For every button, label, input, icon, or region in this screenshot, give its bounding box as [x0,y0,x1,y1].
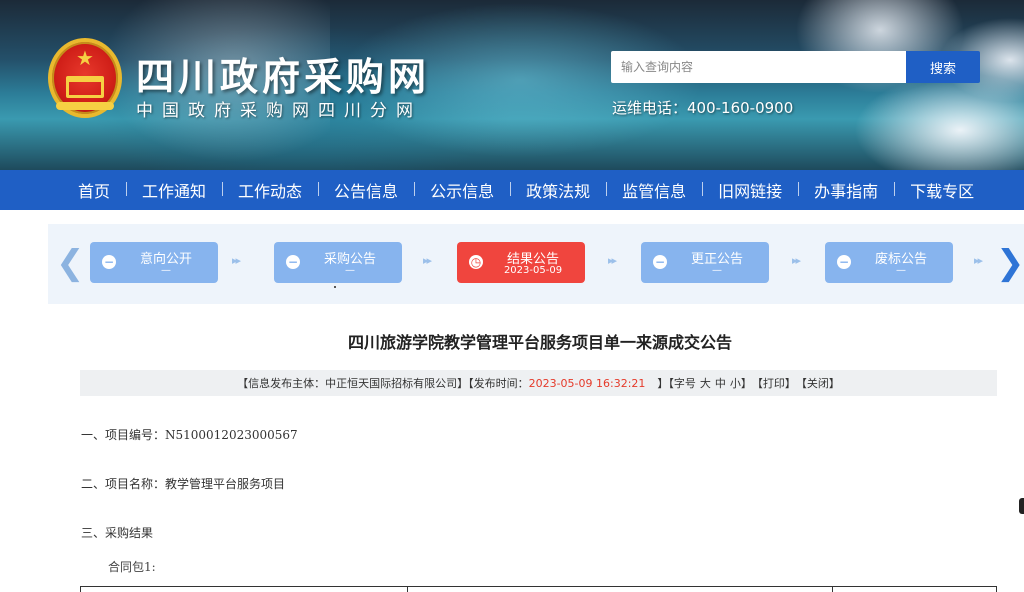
print-link[interactable]: 【打印】 [752,375,796,391]
nav-item-work-notice[interactable]: 工作通知 [126,178,222,202]
nav-item-supervision[interactable]: 监管信息 [606,178,702,202]
meta-publisher: 中正恒天国际招标有限公司 [325,377,458,390]
double-arrow-icon: ▸▸ [232,254,241,267]
minus-circle-icon: − [286,255,300,269]
site-title: 四川政府采购网 [136,55,431,99]
article-title: 四川旅游学院教学管理平台服务项目单一来源成交公告 [347,333,732,352]
meta-font-suffix: 】 [740,377,752,390]
search-button[interactable]: 搜索 [906,51,980,83]
gate-icon [66,76,104,98]
search-input[interactable] [611,51,907,83]
chevron-right-icon[interactable]: ❯ [996,246,1024,280]
meta-publisher-suffix: 】【发布时间： [457,377,529,390]
nav-item-home[interactable]: 首页 [62,178,126,202]
contract-package-label: 合同包1: [108,560,156,574]
minus-circle-icon: − [837,255,851,269]
site-subtitle: 中国政府采购网四川分网 [136,101,422,121]
result-table [80,586,997,592]
step-date: — [896,265,906,276]
scrollbar-handle[interactable] [1019,498,1024,514]
nav-item-downloads[interactable]: 下载专区 [894,178,990,202]
step-intention[interactable]: − 意向公开 — [90,242,218,283]
header-banner: ★ 四川政府采购网 中国政府采购网四川分网 搜索 运维电话：400-160-09… [0,0,1024,170]
step-date: — [712,265,722,276]
double-arrow-icon: ▸▸ [792,254,801,267]
announcement-process-steps: ❮ − 意向公开 — ▸▸ − 采购公告 — ▸▸ ◷ 结果公告 2023-05… [48,224,1024,304]
section-procurement-result: 三、采购结果 [81,526,154,540]
font-size-large-link[interactable]: 大 [700,375,711,391]
close-link[interactable]: 【关闭】 [796,375,840,391]
nav-item-publicity[interactable]: 公示信息 [414,178,510,202]
step-date: — [345,265,355,276]
banner-snow-forest [760,0,1024,170]
step-cancelled[interactable]: − 废标公告 — [825,242,953,283]
nav-item-announcements[interactable]: 公告信息 [318,178,414,202]
meta-publish-time: 2023-05-09 16:32:21 [528,376,646,390]
support-hotline: 运维电话：400-160-0900 [612,99,794,117]
step-procurement[interactable]: − 采购公告 — [274,242,402,283]
double-arrow-icon: ▸▸ [974,254,983,267]
divider-dot [334,286,336,288]
main-nav: 首页 工作通知 工作动态 公告信息 公示信息 政策法规 监管信息 旧网链接 办事… [0,170,1024,210]
national-emblem-icon: ★ [48,38,122,118]
section-project-name: 二、项目名称：教学管理平台服务项目 [81,477,286,491]
font-size-small-link[interactable]: 小 [730,375,741,391]
double-arrow-icon: ▸▸ [608,254,617,267]
step-date: 2023-05-09 [503,265,563,276]
step-result[interactable]: ◷ 结果公告 2023-05-09 [457,242,585,283]
minus-circle-icon: − [102,255,116,269]
ribbon-icon [56,102,114,110]
nav-item-policies[interactable]: 政策法规 [510,178,606,202]
font-size-medium-link[interactable]: 中 [715,375,726,391]
meta-publisher-prefix: 【信息发布主体： [237,377,326,390]
article-meta-bar: 【信息发布主体： 中正恒天国际招标有限公司 】【发布时间： 2023-05-09… [80,370,997,396]
step-correction[interactable]: − 更正公告 — [641,242,769,283]
step-date: — [161,265,171,276]
section-project-number: 一、项目编号：N5100012023000567 [81,428,298,442]
chevron-left-icon[interactable]: ❮ [56,246,85,280]
minus-circle-icon: − [653,255,667,269]
nav-item-work-news[interactable]: 工作动态 [222,178,318,202]
meta-time-suffix: 】【字号 [657,377,696,390]
clock-icon: ◷ [469,255,483,269]
nav-item-guide[interactable]: 办事指南 [798,178,894,202]
double-arrow-icon: ▸▸ [423,254,432,267]
table-divider [832,586,833,592]
star-icon: ★ [76,46,94,70]
table-divider [407,586,408,592]
nav-item-old-site[interactable]: 旧网链接 [702,178,798,202]
